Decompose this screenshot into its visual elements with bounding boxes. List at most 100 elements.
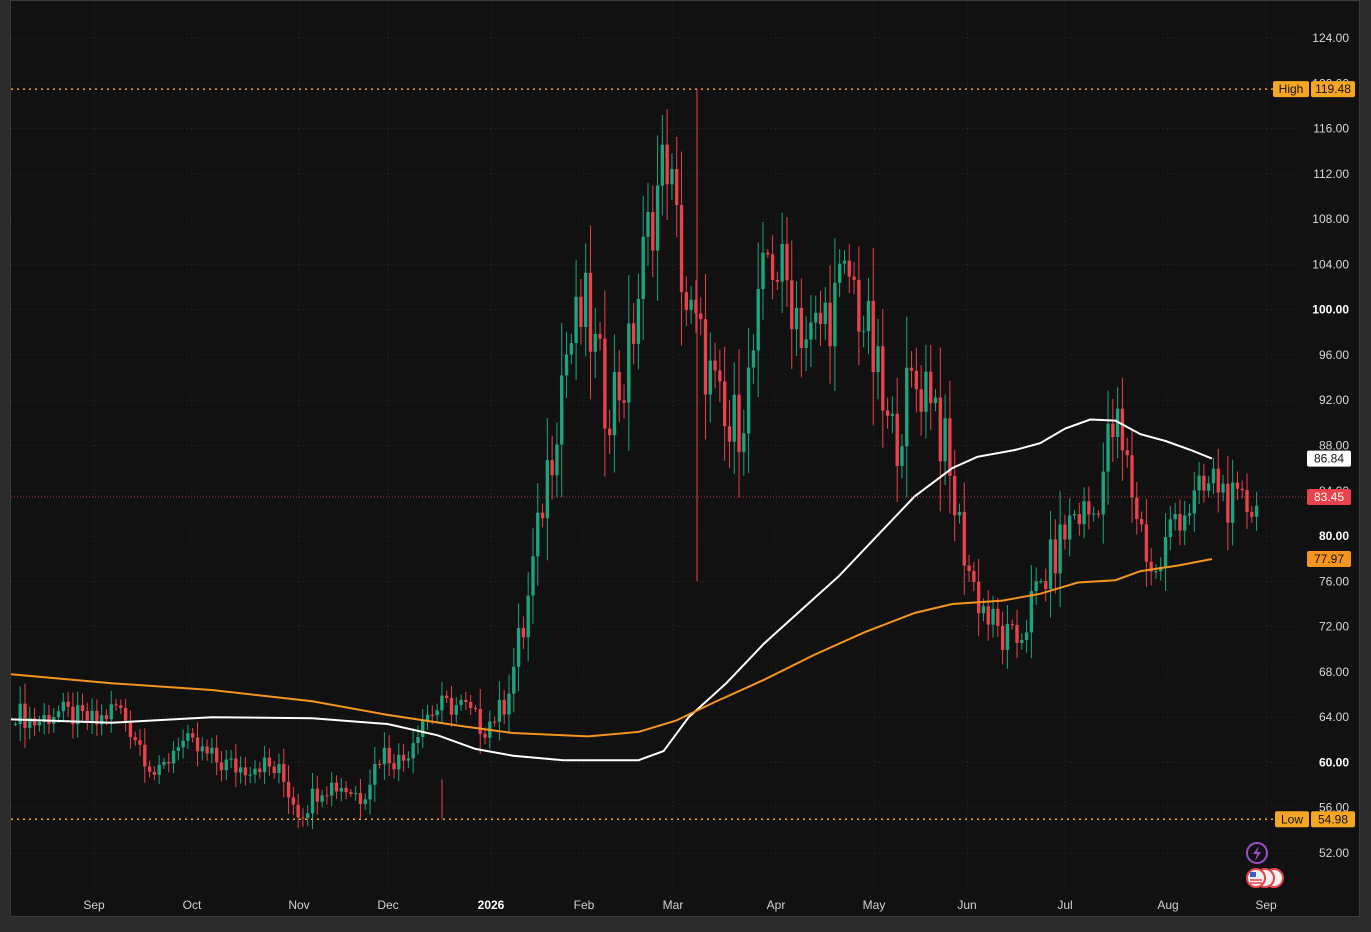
candle-body bbox=[607, 428, 612, 436]
y-tick-label: 60.00 bbox=[1319, 755, 1349, 769]
y-tick-label: 76.00 bbox=[1319, 574, 1349, 588]
candle-body bbox=[699, 313, 703, 320]
candle-body bbox=[603, 338, 607, 429]
low-value-tag-text: 54.98 bbox=[1318, 812, 1348, 826]
candle-body bbox=[900, 446, 904, 467]
candle-body bbox=[349, 792, 353, 794]
candle-body bbox=[1254, 505, 1259, 517]
candle-body bbox=[881, 346, 885, 411]
candle-body bbox=[627, 323, 631, 403]
candle-body bbox=[152, 771, 157, 775]
candle-body bbox=[1101, 471, 1105, 515]
candle-body bbox=[948, 418, 952, 476]
candle-body bbox=[186, 733, 190, 741]
candle-body bbox=[794, 307, 799, 330]
candle-body bbox=[253, 768, 257, 775]
candle-body bbox=[56, 711, 61, 718]
candle-body bbox=[564, 354, 569, 376]
candle-body bbox=[47, 715, 51, 724]
candle-body bbox=[373, 763, 377, 785]
candle-body bbox=[1111, 423, 1115, 438]
events[interactable] bbox=[1246, 842, 1284, 888]
candle-body bbox=[938, 397, 942, 462]
chart-panel[interactable]: 124.00120.00116.00112.00108.00104.00100.… bbox=[10, 0, 1360, 917]
candle-body bbox=[397, 754, 401, 770]
candle-body bbox=[775, 279, 780, 282]
ma-long-tag: 86.84 bbox=[1307, 450, 1351, 467]
candle-body bbox=[296, 804, 300, 818]
price-chart[interactable]: 124.00120.00116.00112.00108.00104.00100.… bbox=[11, 1, 1360, 917]
candle-body bbox=[890, 413, 895, 416]
last-price-tag-text: 83.45 bbox=[1314, 490, 1344, 504]
candle-body bbox=[1226, 483, 1230, 523]
candle-body bbox=[224, 759, 228, 771]
candle-body bbox=[761, 252, 765, 290]
candle-body bbox=[497, 699, 502, 722]
candle-body bbox=[368, 784, 372, 800]
candle-body bbox=[531, 556, 535, 596]
candle-body bbox=[1135, 497, 1139, 519]
candle-body bbox=[1202, 475, 1206, 491]
candle-body bbox=[957, 511, 962, 516]
candle-body bbox=[574, 296, 578, 344]
candle-body bbox=[1216, 468, 1220, 493]
candle-body bbox=[924, 371, 928, 412]
candle-body bbox=[1044, 581, 1048, 590]
candle-body bbox=[967, 565, 971, 572]
candle-body bbox=[147, 766, 152, 772]
candle-body bbox=[631, 323, 636, 344]
candle-body bbox=[842, 260, 847, 264]
candle-body bbox=[847, 260, 851, 277]
candle-body bbox=[1077, 514, 1081, 525]
candle-body bbox=[37, 721, 42, 726]
candle-body bbox=[344, 788, 348, 793]
candle-body bbox=[929, 371, 933, 404]
candle-body bbox=[1015, 624, 1019, 643]
candle-body bbox=[167, 761, 171, 764]
candle-body bbox=[301, 817, 305, 819]
candle-body bbox=[555, 444, 559, 476]
x-tick-label: Jul bbox=[1057, 898, 1072, 912]
candle-body bbox=[339, 788, 343, 792]
candle-body bbox=[425, 714, 430, 721]
candle-body bbox=[483, 733, 487, 738]
candle-body bbox=[646, 211, 650, 237]
candle-body bbox=[852, 276, 856, 280]
candle-body bbox=[972, 571, 976, 582]
candle-body bbox=[766, 252, 770, 255]
ma-long-tag-text: 86.84 bbox=[1314, 452, 1344, 466]
candle-body bbox=[722, 381, 727, 427]
candle-body bbox=[909, 367, 914, 371]
candle-body bbox=[464, 699, 468, 702]
candle-body bbox=[545, 460, 550, 519]
candle-body bbox=[732, 394, 736, 442]
candle-body bbox=[818, 312, 823, 325]
us-flag-icon[interactable] bbox=[1246, 868, 1284, 888]
candle-body bbox=[837, 263, 842, 283]
candle-body bbox=[267, 757, 272, 767]
candle-body bbox=[1029, 591, 1034, 633]
candle-body bbox=[507, 693, 511, 715]
y-tick-label: 52.00 bbox=[1319, 846, 1349, 860]
candle-body bbox=[828, 302, 832, 347]
y-tick-label: 100.00 bbox=[1312, 303, 1349, 317]
last-price-tag: 83.45 bbox=[1307, 489, 1351, 506]
candle-body bbox=[1168, 519, 1173, 538]
candle-body bbox=[516, 627, 521, 667]
candle-body bbox=[85, 710, 89, 722]
candle-body bbox=[195, 737, 200, 752]
candle-body bbox=[569, 343, 573, 355]
high-value-tag-text: 119.48 bbox=[1315, 82, 1351, 96]
candle-body bbox=[617, 371, 621, 401]
candle-body bbox=[430, 714, 435, 716]
candle-body bbox=[1221, 483, 1225, 493]
candle-body bbox=[1063, 524, 1067, 540]
candle-body bbox=[234, 758, 238, 773]
candle-body bbox=[104, 715, 109, 720]
candle-body bbox=[703, 319, 708, 395]
candle-body bbox=[598, 333, 602, 339]
high-label-tag-text: High bbox=[1279, 82, 1304, 96]
candle-body bbox=[392, 763, 396, 770]
candle-body bbox=[660, 144, 665, 186]
x-tick-label: Apr bbox=[767, 898, 786, 912]
